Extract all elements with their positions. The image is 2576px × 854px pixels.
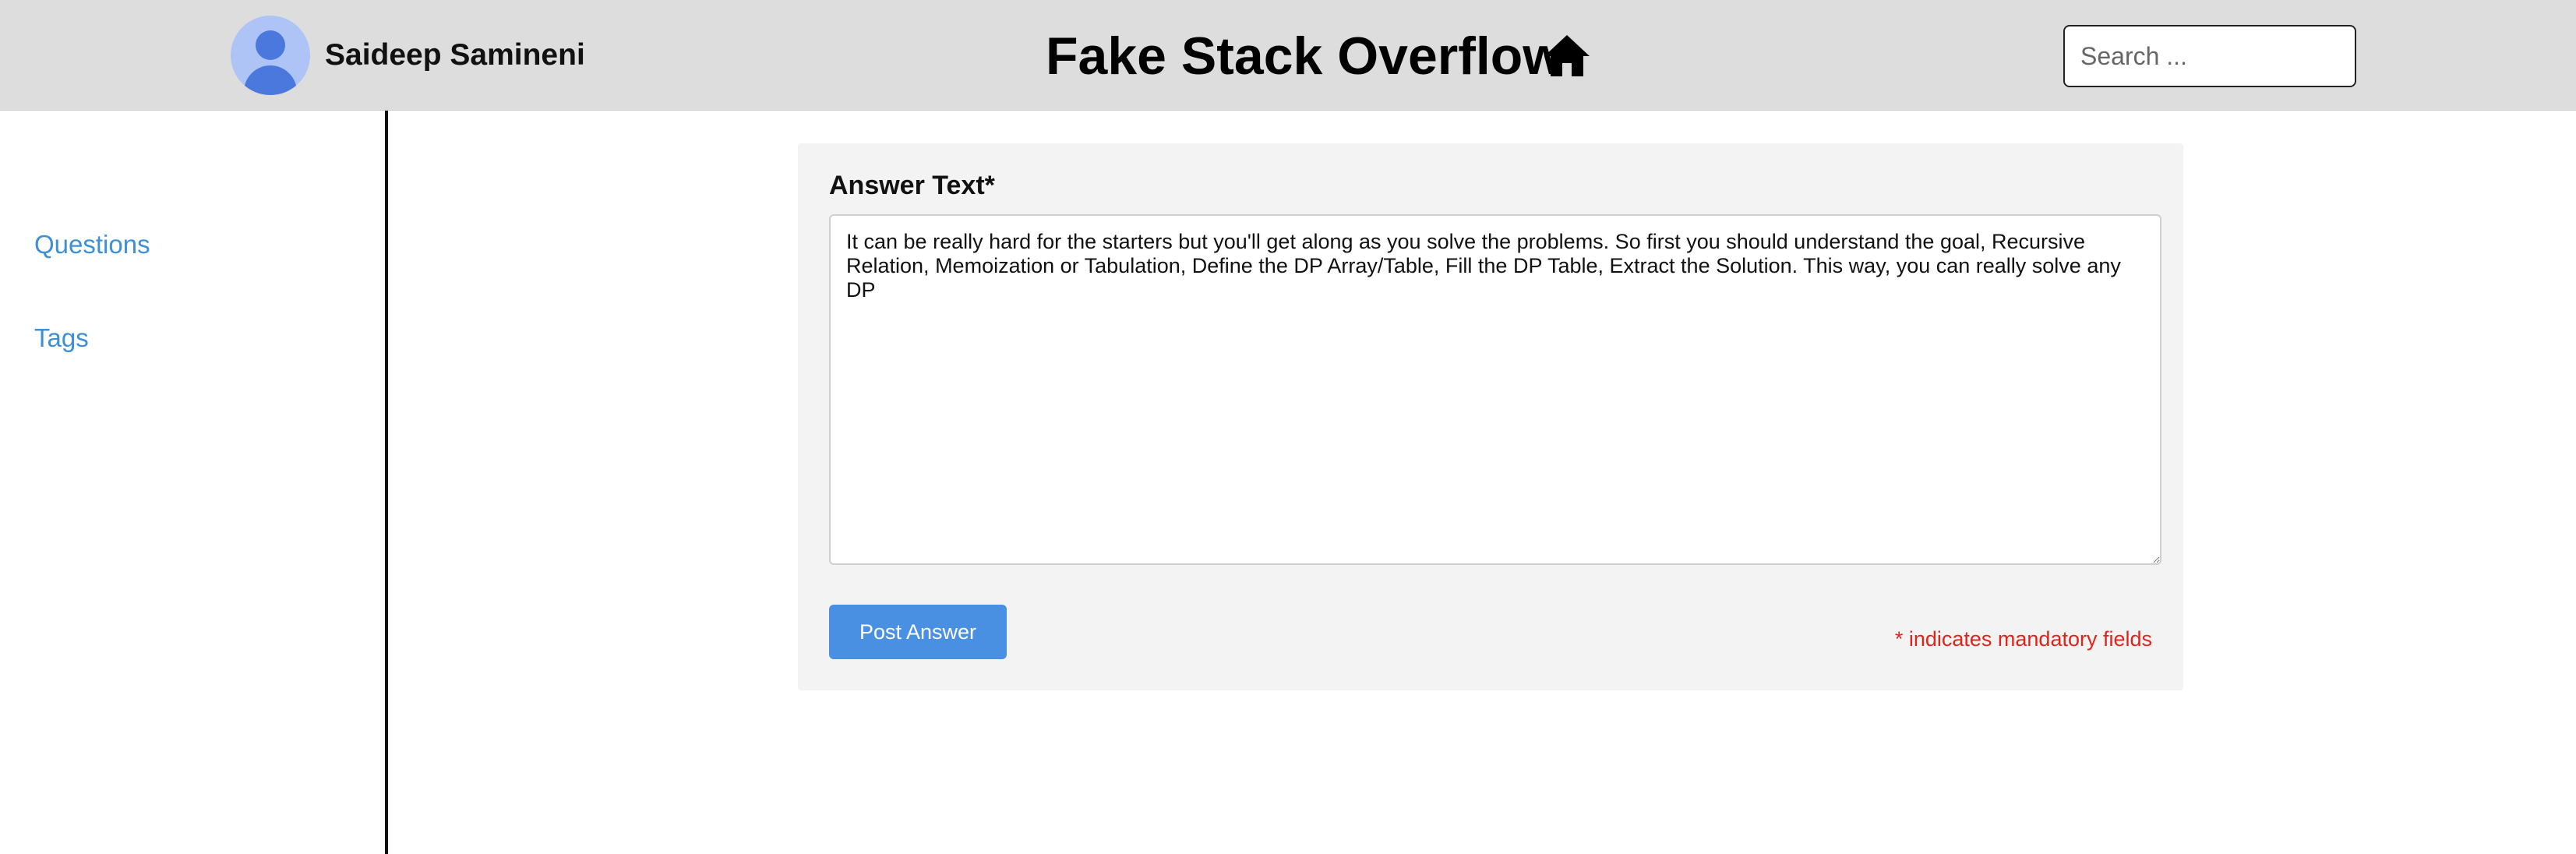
home-icon[interactable] (1543, 33, 1591, 78)
sidebar-item-questions[interactable]: Questions (34, 229, 150, 260)
answer-form: Answer Text* It can be really hard for t… (798, 143, 2183, 690)
site-title: Fake Stack Overflow (1046, 26, 1565, 86)
answer-textarea[interactable]: It can be really hard for the starters b… (829, 214, 2161, 565)
avatar-head (256, 30, 285, 60)
sidebar-item-tags[interactable]: Tags (34, 323, 89, 354)
avatar-body (244, 65, 297, 95)
sidebar-divider (385, 111, 388, 854)
username: Saideep Samineni (325, 38, 585, 72)
mandatory-fields-note: * indicates mandatory fields (1894, 627, 2152, 651)
top-header: Saideep Samineni Fake Stack Overflow (0, 0, 2576, 111)
post-answer-button[interactable]: Post Answer (829, 605, 1007, 659)
avatar-icon (231, 16, 310, 95)
search-input[interactable] (2063, 25, 2356, 87)
answer-text-label: Answer Text* (829, 171, 995, 200)
